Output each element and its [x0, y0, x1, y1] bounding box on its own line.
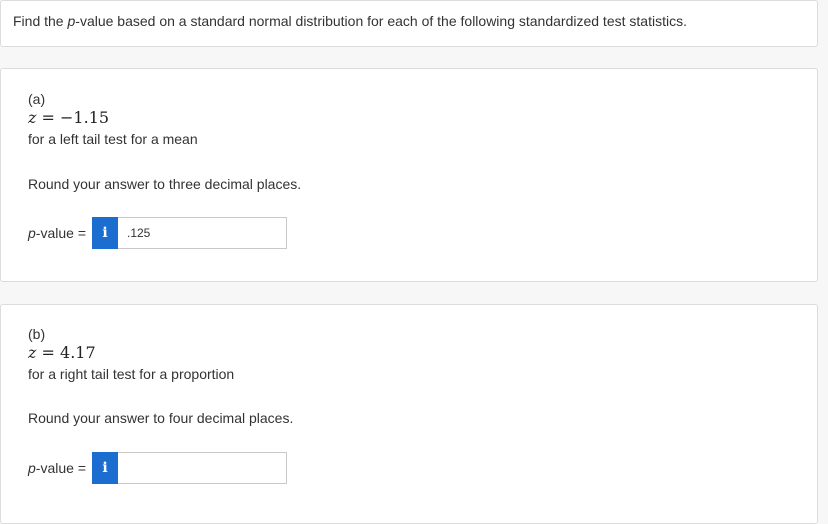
pvalue-label: p-value =: [28, 460, 86, 476]
rounding-instruction: Round your answer to three decimal place…: [28, 176, 302, 192]
intro-text-end: -value based on a standard normal distri…: [75, 13, 687, 29]
question-part-a: (a) z = −1.15 for a left tail test for a…: [0, 68, 818, 282]
intro-text-start: Find the: [13, 13, 68, 29]
answer-row: p-value = i: [28, 217, 287, 249]
answer-input-b[interactable]: [118, 452, 287, 484]
rounding-instruction: Round your answer to four decimal places…: [28, 410, 294, 426]
z-value: = 4.17: [36, 343, 96, 362]
test-description: for a left tail test for a mean: [28, 131, 198, 147]
part-label: (a): [28, 91, 46, 107]
pvalue-label: p-value =: [28, 225, 86, 241]
question-part-b: (b) z = 4.17 for a right tail test for a…: [0, 304, 818, 524]
test-description: for a right tail test for a proportion: [28, 366, 235, 382]
intro-card: Find the p-value based on a standard nor…: [0, 0, 818, 47]
intro-text: Find the p-value based on a standard nor…: [13, 13, 687, 29]
pvalue-rest: -value =: [35, 460, 86, 476]
answer-row: p-value = i: [28, 452, 287, 484]
pvalue-p: p: [28, 225, 36, 241]
pvalue-p: p: [28, 460, 36, 476]
part-label: (b): [28, 326, 46, 342]
pvalue-rest: -value =: [35, 225, 86, 241]
z-statistic: z = −1.15: [28, 108, 109, 127]
info-icon[interactable]: i: [92, 452, 118, 484]
z-statistic: z = 4.17: [28, 343, 96, 362]
z-value: = −1.15: [36, 108, 110, 127]
info-icon[interactable]: i: [92, 217, 118, 249]
answer-input-a[interactable]: [118, 217, 287, 249]
